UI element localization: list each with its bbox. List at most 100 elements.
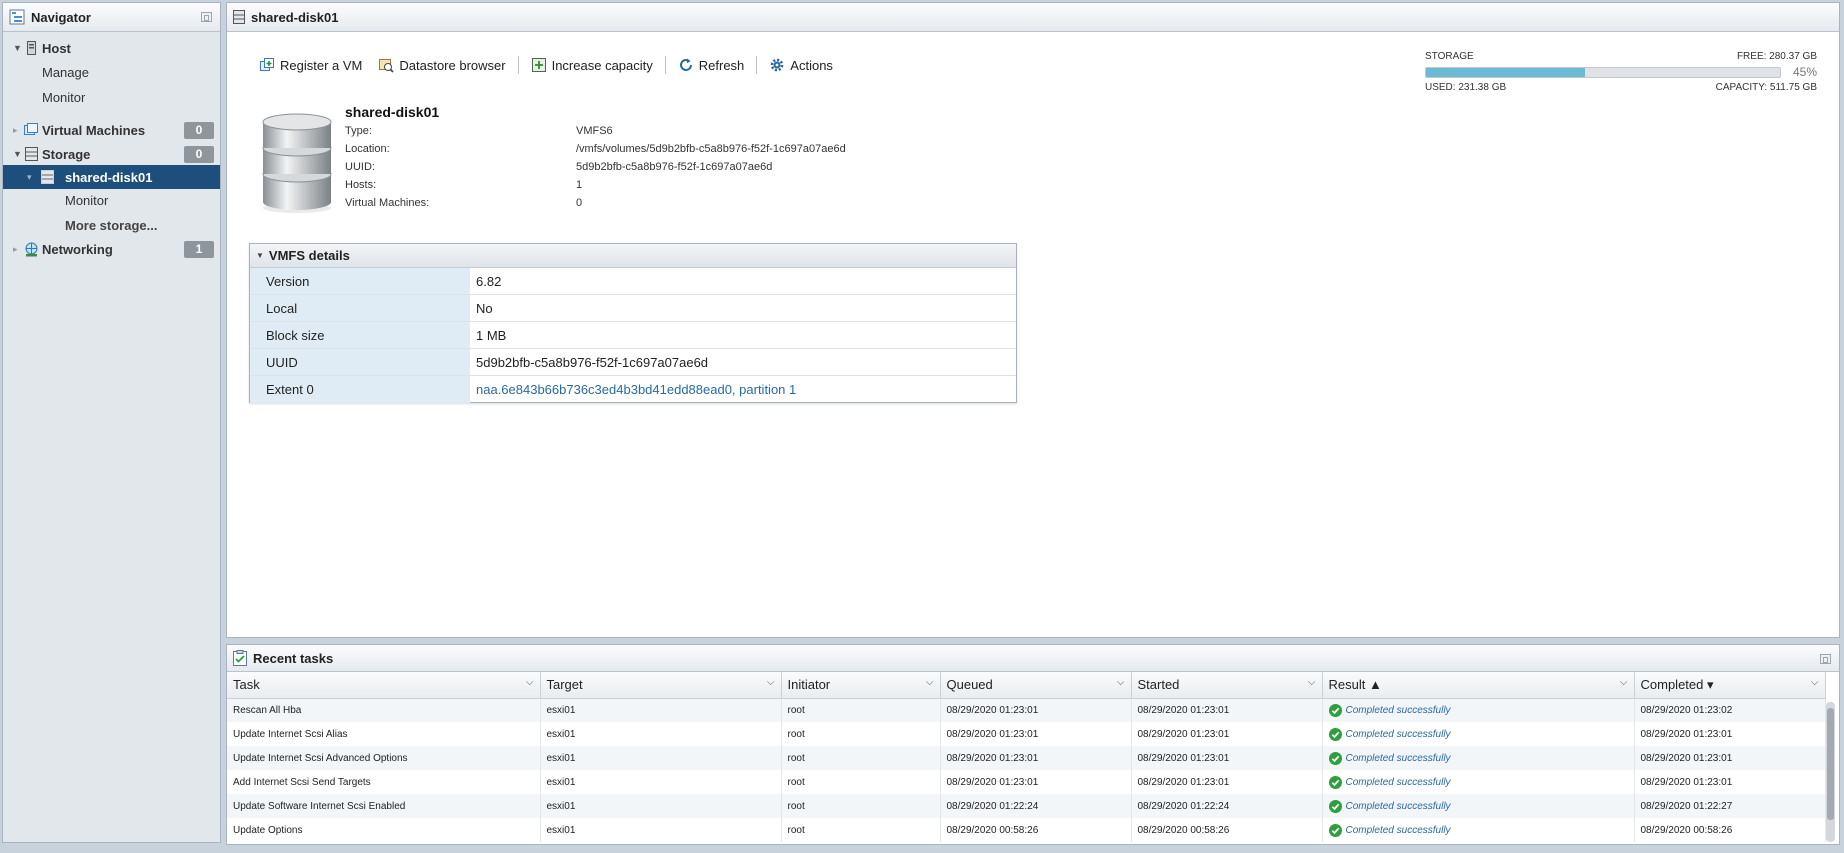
cell-result: Completed successfully <box>1322 722 1635 746</box>
cell-text: 08/29/2020 00:58:26 <box>1640 824 1733 836</box>
table-row[interactable]: Update Options esxi01 root 08/29/2020 00:58… <box>227 818 1826 842</box>
datastore-browser-icon <box>378 57 395 73</box>
cell-target: esxi01 <box>540 746 782 770</box>
nav-item-host[interactable]: ▼ Host <box>3 36 220 60</box>
column-header-result[interactable]: Result ▲ ⌵ <box>1322 672 1635 699</box>
cell-text: root <box>787 800 805 812</box>
storage-capacity: CAPACITY: 511.75 GB <box>1715 82 1817 93</box>
table-row[interactable]: Rescan All Hba esxi01 root 08/29/2020 01:23… <box>227 698 1826 722</box>
table-row[interactable]: Update Internet Scsi Advanced Options esx… <box>227 746 1826 770</box>
success-check-icon <box>1328 703 1342 717</box>
toolbar-separator <box>756 56 758 74</box>
cell-text: 08/29/2020 01:23:01 <box>1137 752 1230 764</box>
cell-text: root <box>787 752 805 764</box>
chevron-down-icon[interactable]: ⌵ <box>1117 677 1125 688</box>
navigator-collapse-button[interactable] <box>201 12 212 22</box>
nav-label: More storage... <box>65 217 158 233</box>
cell-result: Completed successfully <box>1322 770 1635 794</box>
register-vm-icon <box>259 57 275 73</box>
nav-item-networking[interactable]: ▸ Networking 1 <box>3 237 220 261</box>
nav-item-shared-disk01[interactable]: ▾ shared-disk01 <box>3 165 220 189</box>
expanded-caret-icon[interactable]: ▾ <box>27 172 32 183</box>
cell-target: esxi01 <box>540 722 782 746</box>
nav-item-virtual-machines[interactable]: ▸ Virtual Machines 0 <box>3 118 220 142</box>
register-vm-button[interactable]: Register a VM <box>251 57 370 73</box>
virtual-machines-icon <box>24 123 38 137</box>
cell-text: Update Internet Scsi Advanced Options <box>233 752 408 764</box>
vmfs-key: Local <box>250 295 470 321</box>
collapsed-caret-icon[interactable]: ▸ <box>13 125 18 136</box>
datastore-panel-header: shared-disk01 <box>227 3 1839 32</box>
chevron-down-icon[interactable]: ⌵ <box>1620 677 1628 688</box>
result-link[interactable]: Completed successfully <box>1346 705 1451 716</box>
chevron-down-icon[interactable]: ⌵ <box>526 677 534 688</box>
cell-text: esxi01 <box>546 704 576 716</box>
column-header-queued[interactable]: Queued ⌵ <box>940 672 1132 699</box>
cell-text: esxi01 <box>546 800 576 812</box>
tasks-table: Task ⌵ Target ⌵ Initiator ⌵ Queued ⌵ Started ⌵ Res… <box>227 672 1826 842</box>
vmfs-value: 5d9b2bfb-c5a8b976-f52f-1c697a07ae6d <box>476 355 709 370</box>
cell-initiator: root <box>781 794 941 818</box>
chevron-down-icon[interactable]: ⌵ <box>926 677 934 688</box>
cell-text: Update Software Internet Scsi Enabled <box>233 800 406 812</box>
tasks-clipboard-icon <box>233 650 247 666</box>
chevron-down-icon[interactable]: ⌵ <box>767 677 775 688</box>
column-header-initiator[interactable]: Initiator ⌵ <box>781 672 941 699</box>
nav-item-storage[interactable]: ▼ Storage 0 <box>3 142 220 166</box>
nav-item-more-storage[interactable]: More storage... <box>3 213 220 237</box>
result-link[interactable]: Completed successfully <box>1346 777 1451 788</box>
vmfs-row: Block size 1 MB <box>250 322 1016 349</box>
tasks-body: Rescan All Hba esxi01 root 08/29/2020 01:23… <box>227 698 1826 842</box>
nav-item-host-monitor[interactable]: Monitor <box>3 85 220 109</box>
table-row[interactable]: Update Software Internet Scsi Enabled esx… <box>227 794 1826 818</box>
result-link[interactable]: Completed successfully <box>1346 825 1451 836</box>
cell-completed: 08/29/2020 01:23:01 <box>1634 770 1826 794</box>
tasks-header-row: Task ⌵ Target ⌵ Initiator ⌵ Queued ⌵ Started ⌵ Res… <box>227 672 1826 699</box>
toolbar-separator <box>664 56 666 74</box>
collapse-caret-icon[interactable]: ▼ <box>256 251 264 260</box>
column-header-completed[interactable]: Completed ▾ ⌵ <box>1634 672 1826 699</box>
table-row[interactable]: Add Internet Scsi Send Targets esxi01 root… <box>227 770 1826 794</box>
expanded-caret-icon[interactable]: ▼ <box>13 149 22 159</box>
column-header-label: Initiator <box>787 677 831 693</box>
expanded-caret-icon[interactable]: ▼ <box>13 43 22 53</box>
cell-target: esxi01 <box>540 818 782 842</box>
cell-text: Rescan All Hba <box>233 704 302 716</box>
column-header-task[interactable]: Task ⌵ <box>227 672 541 699</box>
extent-link[interactable]: naa.6e843b66b736c3ed4b3bd41edd88ead0, pa… <box>470 376 1016 403</box>
nav-item-datastore-monitor[interactable]: Monitor <box>3 188 220 212</box>
tasks-scrollbar[interactable] <box>1826 702 1835 842</box>
result-link[interactable]: Completed successfully <box>1346 729 1451 740</box>
cell-target: esxi01 <box>540 794 782 818</box>
increase-capacity-button[interactable]: Increase capacity <box>523 57 661 73</box>
cell-task: Update Internet Scsi Advanced Options <box>227 746 541 770</box>
vmfs-details-title: VMFS details <box>268 248 350 263</box>
datastore-name: shared-disk01 <box>345 104 440 120</box>
networking-icon <box>24 242 39 257</box>
location-value: /vmfs/volumes/5d9b2bfb-c5a8b976-f52f-1c6… <box>576 143 846 155</box>
result-link[interactable]: Completed successfully <box>1346 753 1451 764</box>
tasks-collapse-button[interactable] <box>1820 654 1831 664</box>
vmfs-details-header[interactable]: ▼ VMFS details <box>250 244 1016 268</box>
nav-label: Networking <box>42 241 113 257</box>
table-row[interactable]: Update Internet Scsi Alias esxi01 root 08/2… <box>227 722 1826 746</box>
datastore-icon <box>41 170 54 184</box>
chevron-down-icon[interactable]: ⌵ <box>1811 677 1819 688</box>
column-header-label: Queued <box>946 677 993 693</box>
refresh-button[interactable]: Refresh <box>670 57 753 73</box>
chevron-down-icon[interactable]: ⌵ <box>1308 677 1316 688</box>
cell-text: 08/29/2020 01:23:01 <box>1137 728 1230 740</box>
column-header-label: Completed ▾ <box>1640 676 1714 692</box>
tasks-scrollbar-thumb[interactable] <box>1827 708 1834 820</box>
cell-text: root <box>787 824 805 836</box>
nav-item-manage[interactable]: Manage <box>3 60 220 84</box>
storage-usage-bar <box>1425 66 1781 78</box>
column-header-target[interactable]: Target ⌵ <box>540 672 782 699</box>
result-link[interactable]: Completed successfully <box>1346 801 1451 812</box>
register-vm-label: Register a VM <box>280 57 363 73</box>
actions-button[interactable]: Actions <box>761 57 841 73</box>
collapsed-caret-icon[interactable]: ▸ <box>13 244 18 255</box>
vmfs-row: Version 6.82 <box>250 268 1016 295</box>
datastore-browser-button[interactable]: Datastore browser <box>370 57 513 73</box>
column-header-started[interactable]: Started ⌵ <box>1131 672 1323 699</box>
